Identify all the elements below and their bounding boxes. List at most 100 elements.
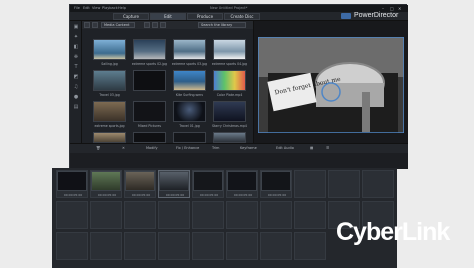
filter-audio-icon[interactable] <box>160 22 166 28</box>
storyboard-slot[interactable] <box>192 201 224 229</box>
audio-mixing-room-icon[interactable]: ♫ <box>73 85 79 90</box>
storyboard-slot[interactable] <box>90 201 122 229</box>
library-clip-thumbnail[interactable] <box>213 70 246 91</box>
library-clip-label: Kite Surfing.wmv <box>175 93 204 97</box>
storyboard-slot[interactable]: 00:00:05:00 <box>192 170 224 198</box>
library-clip-label: extreme sports 02.jpg <box>131 62 168 66</box>
library-menu-icon[interactable] <box>92 22 98 28</box>
library-clip-thumbnail[interactable] <box>173 132 206 143</box>
snapshot-icon[interactable]: ▦ <box>310 146 313 150</box>
tab-capture[interactable]: Capture <box>113 13 149 20</box>
library-clip-thumbnail[interactable] <box>93 132 126 143</box>
library-clip-label: extreme sports 04.jpg <box>211 62 248 66</box>
menu-playback[interactable]: Playback <box>102 6 118 10</box>
storyboard-clip[interactable] <box>159 171 189 191</box>
storyboard-slot[interactable] <box>294 232 326 260</box>
maximize-button[interactable]: □ <box>390 6 394 11</box>
particle-room-icon[interactable]: ❉ <box>73 55 79 60</box>
menu-view[interactable]: View <box>92 6 100 10</box>
storyboard-slot[interactable] <box>158 201 190 229</box>
storyboard-slot[interactable] <box>328 170 360 198</box>
storyboard-slot[interactable] <box>260 232 292 260</box>
chapter-room-icon[interactable]: ▤ <box>73 105 79 110</box>
powerdirector-window: File Edit View Playback Help New Untitle… <box>69 4 408 169</box>
title-room-icon[interactable]: T <box>73 65 79 70</box>
tab-create-disc[interactable]: Create Disc <box>224 13 260 20</box>
cyberlink-logo: CyberLink <box>336 218 450 246</box>
modify-button[interactable]: Modify <box>146 146 158 150</box>
storyboard-clip-duration: 00:00:05:00 <box>97 193 117 197</box>
edit-audio-button[interactable]: Edit Audio <box>276 146 294 150</box>
storyboard-slot[interactable] <box>192 232 224 260</box>
library-clip-thumbnail[interactable] <box>133 132 166 143</box>
media-library: Sailing.jpg extreme sports 02.jpg extrem… <box>82 29 253 143</box>
storyboard-slot[interactable]: 00:00:05:00 <box>158 170 190 198</box>
filter-video-icon[interactable] <box>144 22 150 28</box>
library-clip-label: Mixed Pictures <box>137 124 162 128</box>
delete-icon[interactable]: 🗑 <box>96 146 100 150</box>
library-clip-thumbnail[interactable] <box>173 39 206 60</box>
title-bar: File Edit View Playback Help New Untitle… <box>70 5 408 12</box>
library-search-field[interactable]: Search the library <box>198 22 246 28</box>
storyboard-clip[interactable] <box>57 171 87 191</box>
library-clip-label: extreme sports 03.jpg <box>171 62 208 66</box>
library-clip-thumbnail[interactable] <box>93 39 126 60</box>
storyboard-slot[interactable] <box>294 201 326 229</box>
timeline-mode-icon[interactable]: ☰ <box>326 146 329 150</box>
trim-button[interactable]: Trim <box>212 146 219 150</box>
storyboard-slot[interactable] <box>124 232 156 260</box>
storyboard-clip[interactable] <box>261 171 291 191</box>
library-clip-thumbnail[interactable] <box>93 101 126 122</box>
library-clip-thumbnail[interactable] <box>133 101 166 122</box>
import-media-icon[interactable] <box>84 22 90 28</box>
voiceover-room-icon[interactable]: ● <box>73 95 79 100</box>
close-clip-icon[interactable]: ✕ <box>122 146 125 150</box>
storyboard-slot[interactable] <box>226 232 258 260</box>
room-sidebar: ▣ ✦ ◧ ❉ T ◩ ♫ ● ▤ <box>70 21 82 143</box>
storyboard-slot[interactable]: 00:00:05:00 <box>124 170 156 198</box>
media-content-dropdown[interactable]: Media Content <box>101 22 135 28</box>
storyboard-slot[interactable] <box>124 201 156 229</box>
filter-image-icon[interactable] <box>152 22 158 28</box>
library-clip-thumbnail[interactable] <box>173 70 206 91</box>
minimize-button[interactable]: – <box>382 6 384 11</box>
storyboard-slot[interactable] <box>362 170 394 198</box>
menu-help[interactable]: Help <box>118 6 126 10</box>
library-clip-thumbnail[interactable] <box>173 101 206 122</box>
menu-file[interactable]: File <box>74 6 80 10</box>
tab-edit[interactable]: Edit <box>150 13 186 20</box>
fix-enhance-button[interactable]: Fix / Enhance <box>176 146 199 150</box>
library-clip-thumbnail[interactable] <box>213 132 246 143</box>
library-clip-thumbnail[interactable] <box>213 39 246 60</box>
media-room-icon[interactable]: ▣ <box>73 25 79 30</box>
library-clip-thumbnail[interactable] <box>133 70 166 91</box>
storyboard-slot[interactable]: 00:00:05:00 <box>56 170 88 198</box>
screenshot-stage: File Edit View Playback Help New Untitle… <box>0 0 474 268</box>
storyboard-slot[interactable] <box>294 170 326 198</box>
storyboard-slot[interactable] <box>226 201 258 229</box>
storyboard-slot[interactable]: 00:00:05:00 <box>90 170 122 198</box>
storyboard-clip[interactable] <box>193 171 223 191</box>
keyframe-button[interactable]: Keyframe <box>240 146 257 150</box>
effect-room-icon[interactable]: ✦ <box>73 35 79 40</box>
preview-window[interactable]: Don't forget about me <box>258 37 404 133</box>
library-clip-thumbnail[interactable] <box>133 39 166 60</box>
storyboard-slot[interactable]: 00:00:05:00 <box>226 170 258 198</box>
storyboard-slot[interactable] <box>158 232 190 260</box>
storyboard-clip[interactable] <box>91 171 121 191</box>
tab-produce[interactable]: Produce <box>187 13 223 20</box>
storyboard-slot[interactable] <box>56 232 88 260</box>
pip-room-icon[interactable]: ◧ <box>73 45 79 50</box>
library-clip-label: Starry Christmas.mp4 <box>212 124 247 128</box>
storyboard-slot[interactable]: 00:00:05:00 <box>260 170 292 198</box>
close-button[interactable]: ✕ <box>398 6 401 11</box>
transition-room-icon[interactable]: ◩ <box>73 75 79 80</box>
storyboard-slot[interactable] <box>90 232 122 260</box>
menu-edit[interactable]: Edit <box>83 6 90 10</box>
storyboard-clip[interactable] <box>125 171 155 191</box>
storyboard-clip[interactable] <box>227 171 257 191</box>
library-clip-thumbnail[interactable] <box>213 101 246 122</box>
storyboard-slot[interactable] <box>56 201 88 229</box>
storyboard-slot[interactable] <box>260 201 292 229</box>
library-clip-thumbnail[interactable] <box>93 70 126 91</box>
